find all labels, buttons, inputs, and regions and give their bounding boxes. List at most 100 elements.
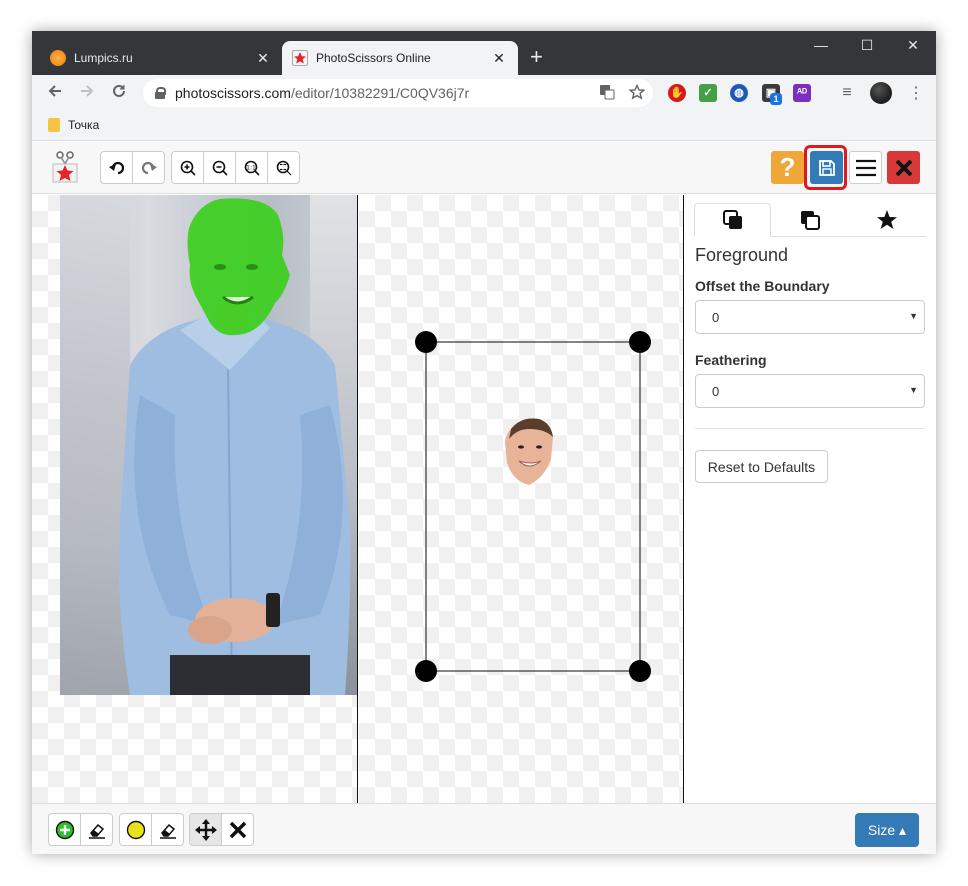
feathering-label: Feathering — [695, 352, 767, 368]
reset-defaults-button[interactable]: Reset to Defaults — [695, 450, 828, 483]
clear-x-icon — [229, 821, 246, 838]
minimize-button[interactable]: — — [798, 37, 844, 53]
zoom-actual-icon: 1:1 — [244, 160, 260, 176]
new-tab-button[interactable]: + — [530, 46, 543, 68]
person-illustration — [118, 198, 351, 695]
dropdown-caret-icon: ▼ — [909, 385, 918, 395]
bookmark-label: Точка — [68, 118, 100, 132]
forward-arrow-icon[interactable] — [76, 82, 98, 104]
bookmark-folder[interactable]: Точка — [48, 118, 99, 132]
save-highlight-frame — [804, 145, 847, 190]
crop-handle-bottom-left[interactable] — [415, 660, 437, 682]
crop-handle-bottom-right[interactable] — [629, 660, 651, 682]
browser-menu-icon[interactable]: ⋮ — [908, 83, 924, 103]
crop-frame — [425, 341, 641, 672]
url-host: photoscissors.com — [175, 85, 291, 101]
close-icon — [895, 159, 912, 176]
folder-icon — [48, 118, 60, 132]
lumpics-favicon-icon — [50, 50, 66, 66]
reload-icon[interactable] — [108, 82, 130, 104]
tab-foreground[interactable] — [694, 203, 771, 237]
redo-icon — [141, 161, 157, 174]
feathering-value: 0 — [712, 384, 720, 399]
foreground-marker-group — [48, 813, 113, 846]
browser-toolbar: photoscissors.com/editor/10382291/C0QV36… — [32, 75, 936, 111]
svg-text:1:1: 1:1 — [246, 164, 256, 171]
history-group — [100, 151, 165, 184]
panel-tabs — [694, 203, 926, 237]
maximize-button[interactable]: ☐ — [844, 37, 890, 54]
profile-avatar[interactable] — [870, 82, 892, 104]
offset-select[interactable]: 0 ▼ — [695, 300, 925, 334]
help-button[interactable]: ? — [771, 151, 804, 184]
hamburger-icon — [855, 159, 876, 176]
redo-button[interactable] — [132, 151, 165, 184]
tab-background[interactable] — [771, 203, 848, 237]
zoom-actual-button[interactable]: 1:1 — [235, 151, 268, 184]
background-marker-group — [119, 813, 184, 846]
close-editor-button[interactable] — [887, 151, 920, 184]
bookmark-star-icon[interactable] — [628, 83, 646, 103]
offset-value: 0 — [712, 310, 720, 325]
foreground-eraser-button[interactable] — [80, 813, 113, 846]
tab-title: PhotoScissors Online — [316, 51, 431, 65]
zoom-out-icon — [212, 160, 228, 176]
offset-label: Offset the Boundary — [695, 278, 830, 294]
yellow-circle-icon — [126, 820, 145, 839]
foreground-layers-icon — [722, 210, 742, 229]
checkmark-extension-icon[interactable]: ✓ — [699, 84, 717, 102]
result-canvas[interactable] — [359, 195, 684, 803]
zoom-in-icon — [180, 160, 196, 176]
menu-button[interactable] — [849, 151, 882, 184]
tool-group — [189, 813, 254, 846]
tab-close-icon[interactable]: ✕ — [490, 50, 508, 67]
tab-photoscissors[interactable]: PhotoScissors Online ✕ — [282, 41, 518, 75]
background-eraser-button[interactable] — [151, 813, 184, 846]
back-arrow-icon[interactable] — [44, 82, 66, 104]
crop-handle-top-left[interactable] — [415, 331, 437, 353]
eraser-icon — [88, 823, 105, 839]
zoom-group: 1:1 — [171, 151, 300, 184]
source-canvas[interactable] — [32, 195, 358, 803]
address-bar[interactable]: photoscissors.com/editor/10382291/C0QV36… — [143, 79, 653, 107]
zoom-out-button[interactable] — [203, 151, 236, 184]
lock-icon — [155, 87, 166, 99]
clear-markers-button[interactable] — [221, 813, 254, 846]
cutout-face[interactable] — [499, 415, 559, 490]
marker-toolbar: Size ▴ — [32, 803, 936, 854]
window-close-button[interactable]: ✕ — [890, 37, 936, 54]
zoom-fit-icon — [276, 160, 291, 175]
panel-title: Foreground — [695, 245, 789, 265]
ao-extension-icon[interactable]: ᴬᴰ — [793, 84, 811, 102]
foreground-marker-button[interactable] — [48, 813, 81, 846]
editor-workspace: Foreground Offset the Boundary 0 ▼ Feath… — [32, 195, 936, 803]
feathering-select[interactable]: 0 ▼ — [695, 374, 925, 408]
zoom-fit-button[interactable] — [267, 151, 300, 184]
source-photo — [60, 195, 357, 695]
move-tool-button[interactable] — [189, 813, 222, 846]
background-layers-icon — [800, 211, 820, 230]
tab-title: Lumpics.ru — [74, 51, 133, 65]
zoom-in-button[interactable] — [171, 151, 204, 184]
tab-effects[interactable] — [848, 203, 925, 237]
extension-badge: 1 — [770, 93, 782, 105]
globe-extension-icon[interactable]: ◍ — [730, 84, 748, 102]
tab-close-icon[interactable]: ✕ — [254, 50, 272, 67]
translate-icon[interactable] — [599, 84, 615, 103]
media-control-icon[interactable]: ≡ — [838, 84, 856, 102]
adblock-extension-icon[interactable]: ✋ — [668, 84, 686, 102]
size-button[interactable]: Size ▴ — [855, 813, 919, 847]
move-arrows-icon — [194, 818, 217, 841]
undo-button[interactable] — [100, 151, 133, 184]
eraser-icon — [159, 823, 176, 839]
star-icon — [876, 210, 897, 229]
photoscissors-favicon-icon — [292, 50, 308, 66]
url-path: /editor/10382291/C0QV36j7r — [290, 85, 470, 101]
background-marker-button[interactable] — [119, 813, 152, 846]
panel-divider — [695, 428, 925, 429]
tab-strip: Lumpics.ru ✕ PhotoScissors Online ✕ + — … — [32, 31, 936, 75]
dropdown-caret-icon: ▼ — [909, 311, 918, 321]
photoscissors-logo-icon — [51, 151, 79, 183]
crop-handle-top-right[interactable] — [629, 331, 651, 353]
tab-lumpics[interactable]: Lumpics.ru ✕ — [40, 41, 282, 75]
